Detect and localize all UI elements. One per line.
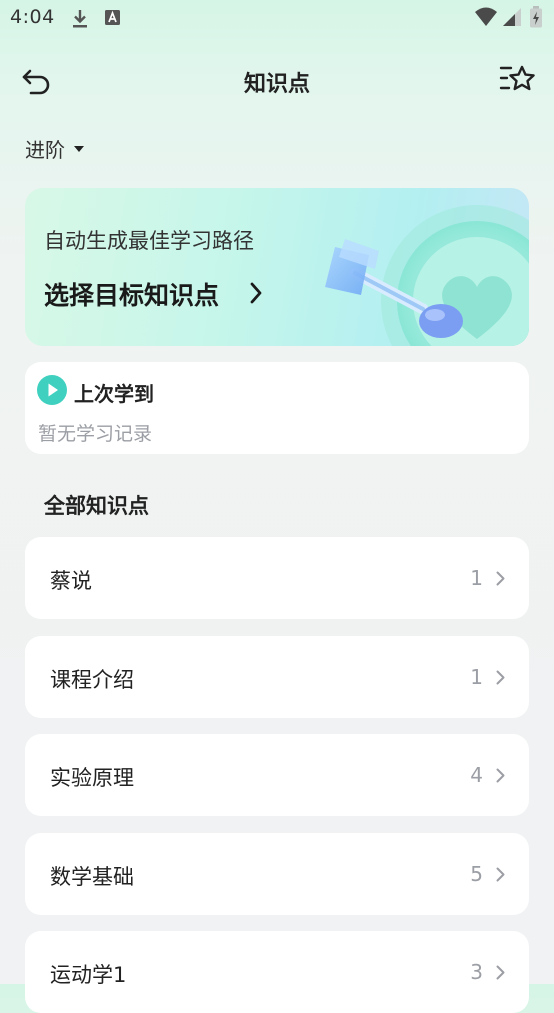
- star-list-icon[interactable]: [496, 60, 538, 98]
- knowledge-point-name: 课程介绍: [50, 668, 134, 692]
- accessibility-icon: [105, 10, 120, 25]
- knowledge-point-count: 1: [470, 665, 483, 689]
- chevron-right-icon: [496, 867, 505, 882]
- knowledge-point-count: 5: [470, 862, 483, 886]
- caret-down-icon: [74, 145, 84, 152]
- knowledge-point-count: 3: [470, 960, 483, 984]
- recent-empty-text: 暂无学习记录: [38, 423, 153, 445]
- page-title: 知识点: [243, 72, 310, 97]
- target-heart-illustration: [325, 205, 529, 346]
- wifi-icon: [475, 7, 497, 26]
- all-points-title: 全部知识点: [44, 494, 149, 518]
- recent-learning-card[interactable]: 上次学到 暂无学习记录: [25, 362, 529, 454]
- battery-icon: [530, 6, 542, 28]
- knowledge-point-item[interactable]: 课程介绍 1: [25, 636, 529, 718]
- status-time: 4:04: [10, 6, 55, 28]
- signal-icon: [503, 8, 521, 26]
- chevron-right-icon: [496, 571, 505, 586]
- chevron-right-icon: [496, 768, 505, 783]
- level-label: 进阶: [25, 138, 65, 162]
- chevron-right-icon: [496, 965, 505, 980]
- status-bar: 4:04: [0, 0, 554, 38]
- knowledge-point-name: 实验原理: [50, 766, 134, 790]
- knowledge-point-count: 4: [470, 763, 483, 787]
- knowledge-point-item[interactable]: 蔡说 1: [25, 537, 529, 619]
- chevron-right-icon: [496, 670, 505, 685]
- recent-title: 上次学到: [74, 382, 154, 406]
- knowledge-point-name: 数学基础: [50, 865, 134, 889]
- download-icon: [73, 10, 87, 28]
- knowledge-point-item[interactable]: 实验原理 4: [25, 734, 529, 816]
- level-selector[interactable]: 进阶: [25, 134, 85, 163]
- play-icon: [37, 375, 67, 405]
- knowledge-point-item[interactable]: 运动学1 3: [25, 931, 529, 1013]
- knowledge-point-name: 运动学1: [50, 963, 127, 987]
- title-bar: 知识点: [0, 50, 554, 110]
- chevron-right-icon: [250, 282, 262, 304]
- knowledge-point-name: 蔡说: [50, 569, 92, 593]
- banner-action-label: 选择目标知识点: [44, 281, 220, 310]
- knowledge-point-item[interactable]: 数学基础 5: [25, 833, 529, 915]
- banner-subtitle: 自动生成最佳学习路径: [44, 229, 254, 253]
- goal-path-banner[interactable]: 自动生成最佳学习路径 选择目标知识点: [25, 188, 529, 346]
- knowledge-point-count: 1: [470, 566, 483, 590]
